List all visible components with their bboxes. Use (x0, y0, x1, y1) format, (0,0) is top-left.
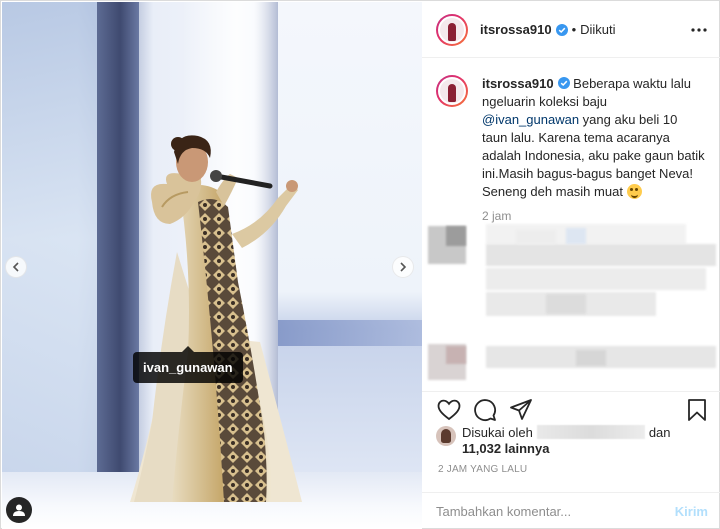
comments-area[interactable]: itsrossa910 Beberapa waktu lalu ngeluari… (422, 59, 720, 389)
comment-input[interactable] (436, 503, 675, 519)
chevron-right-icon (400, 262, 407, 272)
post-timestamp[interactable]: 2 JAM YANG LALU (438, 464, 527, 475)
follow-status-button[interactable]: Diikuti (580, 22, 615, 37)
action-bar (422, 391, 720, 427)
caption-avatar[interactable] (436, 75, 468, 107)
caption-mention-link[interactable]: @ivan_gunawan (482, 112, 579, 127)
share-button[interactable] (508, 397, 534, 423)
chevron-left-icon (12, 262, 19, 272)
likes-suffix: dan (648, 425, 671, 440)
censored-liker-name (536, 425, 645, 439)
user-tag-ivan-gunawan[interactable]: ivan_gunawan (133, 346, 243, 383)
header-username[interactable]: itsrossa910 (480, 22, 552, 37)
blurred-comment-2 (426, 342, 716, 382)
caption-time: 2 jam (482, 209, 512, 223)
like-button[interactable] (436, 397, 462, 423)
user-icon (13, 504, 25, 516)
post-comment-button[interactable]: Kirim (675, 504, 708, 519)
heart-icon (437, 399, 461, 420)
tagged-users-button[interactable] (6, 497, 32, 523)
profile-avatar[interactable] (436, 13, 468, 46)
caption-text: itsrossa910 Beberapa waktu lalu ngeluari… (482, 75, 706, 201)
likes-prefix: Disukai oleh (462, 425, 533, 440)
header-separator: • (571, 22, 577, 37)
verified-badge-icon (557, 77, 570, 89)
post-side-panel: itsrossa910 • Diikuti itsrossa910 Bebera… (422, 2, 720, 529)
next-photo-button[interactable] (392, 256, 414, 278)
caption-username[interactable]: itsrossa910 (482, 76, 554, 91)
caption: itsrossa910 Beberapa waktu lalu ngeluari… (422, 59, 720, 201)
paper-plane-icon (510, 398, 532, 420)
previous-photo-button[interactable] (5, 256, 27, 278)
liker-avatar[interactable] (436, 426, 456, 446)
more-horizontal-icon (691, 27, 707, 32)
instagram-post: ivan_gunawan itsrossa910 • Diikuti itsro… (0, 0, 720, 529)
singer-figure (130, 135, 302, 502)
blurred-comment-1 (426, 224, 716, 334)
comment-button[interactable] (472, 397, 498, 423)
likes-section: Disukai oleh dan 11,032 lainnya (436, 425, 712, 457)
likes-text: Disukai oleh dan 11,032 lainnya (462, 425, 671, 457)
likes-count-link[interactable]: 11,032 lainnya (462, 441, 549, 456)
save-button[interactable] (684, 397, 710, 423)
add-comment-form: Kirim (422, 492, 720, 529)
comment-bubble-icon (474, 398, 496, 421)
post-header: itsrossa910 • Diikuti (422, 2, 720, 58)
bookmark-icon (688, 398, 706, 421)
more-options-button[interactable] (690, 21, 708, 39)
verified-badge-icon (555, 23, 568, 36)
grinning-face-emoji-icon (626, 184, 642, 199)
post-photo[interactable]: ivan_gunawan (2, 2, 422, 529)
